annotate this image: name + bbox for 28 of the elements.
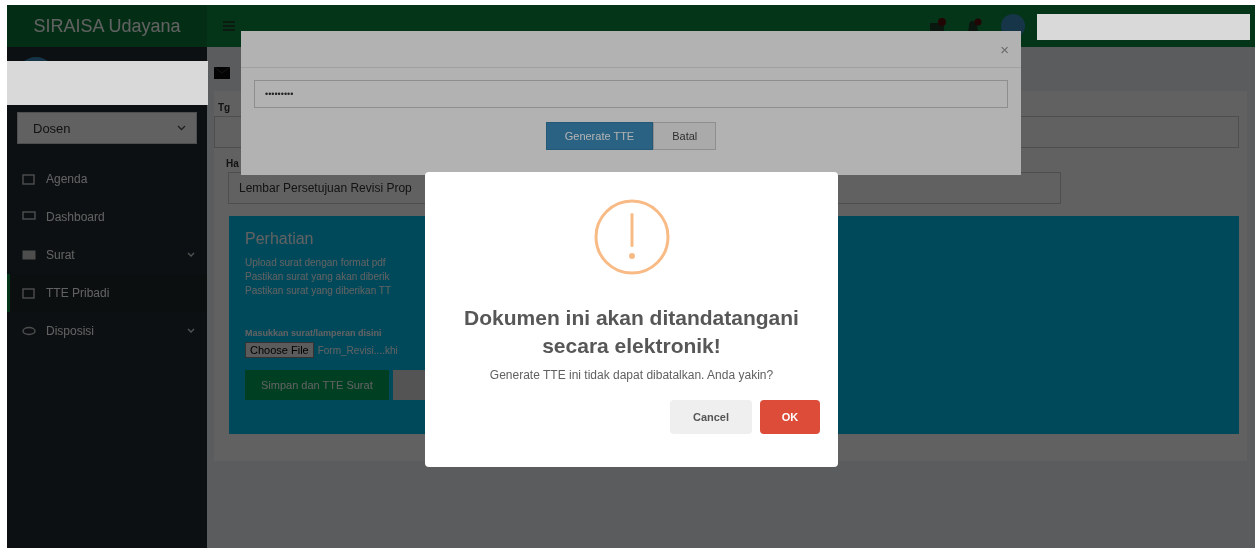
sidebar-item[interactable]: Agenda [7,160,207,198]
field-label: Tg [218,102,232,113]
notice-text: Pastikan surat yang akan diberik [245,270,391,284]
brand-title[interactable]: SIRAISA Udayana [7,5,207,47]
choose-file-button[interactable]: Choose File [245,342,314,358]
cancel-button[interactable]: Cancel [670,400,752,434]
ok-button[interactable]: OK [760,400,820,434]
password-field[interactable]: ••••••••• [254,80,1008,108]
notice-title: Perhatian [245,230,315,248]
generate-button[interactable]: Generate TTE [545,122,654,150]
warning-icon [593,199,670,275]
notice-text: Pastikan surat yang diberikan TT [245,284,392,298]
field-label: Ha [226,158,240,169]
caret-icon [177,125,186,131]
eye-icon [22,325,36,337]
role-select[interactable]: Dosen [17,112,197,144]
upload-label: Masukkan surat/lamperan disini [245,328,383,338]
sidebar-item[interactable]: Dashboard [7,198,207,236]
notice-text: Upload surat dengan format pdf [245,256,387,270]
submit-button[interactable]: Simpan dan TTE Surat [245,370,389,400]
sidebar-item[interactable]: Disposisi [7,312,207,350]
cancel-button[interactable]: Batal [653,122,717,150]
monitor-icon [22,211,36,223]
alert-title: Dokumen ini akan ditandatangani secara elektronik! [463,305,800,359]
file-name: Form_Revisi....khi [317,344,398,356]
sidebar-item[interactable]: Surat [7,236,207,274]
alert-text: Generate TTE ini tidak dapat dibatalkan. Anda yakin? [489,368,774,382]
close-button[interactable]: × [1000,40,1009,58]
